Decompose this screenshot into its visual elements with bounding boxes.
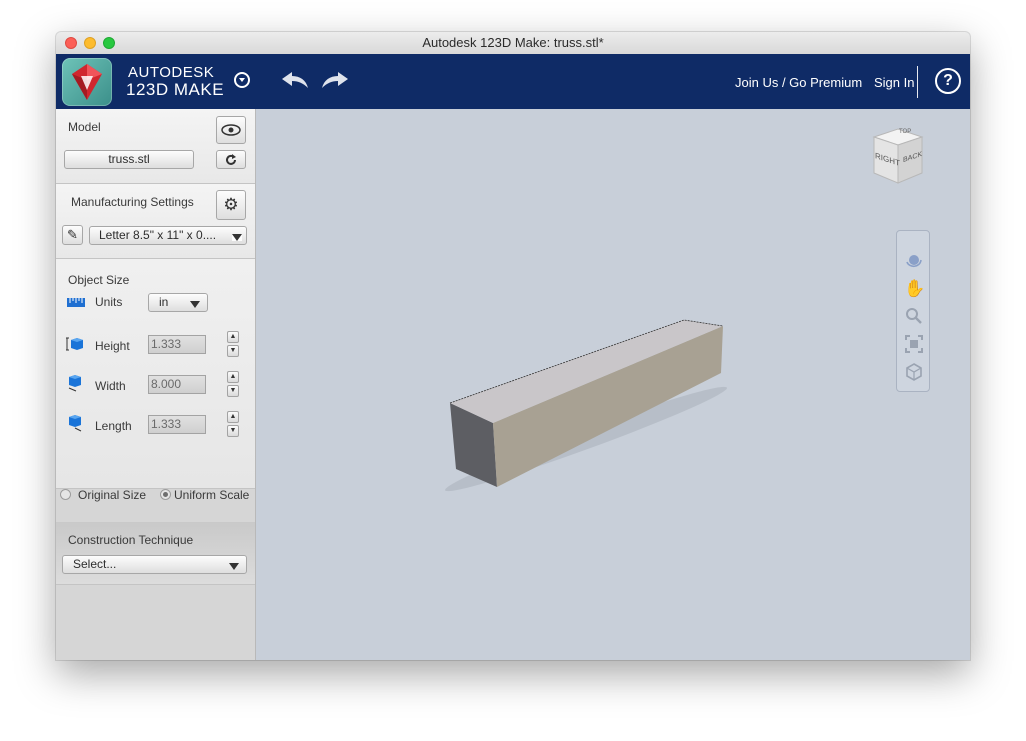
sign-in-link[interactable]: Sign In: [874, 75, 914, 90]
length-label: Length: [95, 419, 132, 433]
gear-icon: ⚙: [223, 195, 239, 214]
close-window-button[interactable]: [65, 37, 77, 49]
construction-dropdown[interactable]: Select...: [62, 555, 247, 574]
construction-label: Construction Technique: [68, 533, 194, 547]
ruler-icon: [67, 295, 85, 309]
construction-value: Select...: [73, 557, 117, 571]
width-decrement-button[interactable]: ▼: [227, 385, 239, 397]
sidebar-panel: Model truss.stl Manufacturing Settings ⚙…: [56, 109, 256, 660]
object-size-section: Object Size Units in Height 1.333 ▲ ▼ Wi…: [56, 259, 255, 502]
model-label: Model: [68, 120, 101, 134]
chevron-down-icon: [232, 234, 242, 241]
uniform-scale-radio[interactable]: [160, 489, 171, 500]
width-label: Width: [95, 379, 126, 393]
width-increment-button[interactable]: ▲: [227, 371, 239, 383]
uniform-scale-label[interactable]: Uniform Scale: [174, 488, 249, 502]
length-input[interactable]: 1.333: [148, 415, 206, 434]
model-section: Model truss.stl: [56, 109, 255, 184]
height-increment-button[interactable]: ▲: [227, 331, 239, 343]
reload-model-button[interactable]: [216, 150, 246, 169]
units-value: in: [159, 295, 169, 309]
sheet-size-dropdown[interactable]: Letter 8.5" x 11" x 0....: [89, 226, 247, 245]
visibility-button[interactable]: [216, 116, 246, 144]
orbit-icon[interactable]: [904, 251, 924, 271]
construction-section: Construction Technique Select...: [56, 522, 255, 585]
help-icon: ?: [943, 72, 953, 89]
viewport-canvas[interactable]: [256, 109, 970, 660]
chevron-down-icon: [229, 563, 239, 570]
height-stepper[interactable]: ▲ ▼: [227, 331, 239, 357]
height-label: Height: [95, 339, 130, 353]
logo-mark-icon: [72, 64, 102, 100]
width-stepper[interactable]: ▲ ▼: [227, 371, 239, 397]
refresh-icon: [226, 154, 236, 165]
help-button[interactable]: ?: [935, 68, 961, 94]
zoom-icon[interactable]: [904, 307, 924, 327]
brand-product: 123D MAKE: [126, 80, 225, 99]
manufacturing-settings-button[interactable]: ⚙: [216, 190, 246, 220]
chevron-down-icon: [190, 301, 200, 308]
eye-icon: [221, 124, 241, 136]
height-cube-icon: [66, 337, 83, 351]
brand-autodesk: AUTODESK: [128, 64, 215, 81]
original-size-radio[interactable]: [60, 489, 71, 500]
zoom-window-button[interactable]: [103, 37, 115, 49]
title-bar: Autodesk 123D Make: truss.stl*: [56, 32, 970, 55]
height-decrement-button[interactable]: ▼: [227, 345, 239, 357]
length-increment-button[interactable]: ▲: [227, 411, 239, 423]
app-logo[interactable]: [62, 58, 112, 106]
window-title: Autodesk 123D Make: truss.stl*: [422, 35, 604, 50]
model-file-button[interactable]: truss.stl: [64, 150, 194, 169]
app-window: Autodesk 123D Make: truss.stl* AUTODESK …: [56, 32, 970, 660]
height-input[interactable]: 1.333: [148, 335, 206, 354]
join-premium-link[interactable]: Join Us / Go Premium: [735, 75, 862, 90]
width-cube-icon: [68, 375, 82, 392]
width-input[interactable]: 8.000: [148, 375, 206, 394]
home-view-icon[interactable]: [904, 363, 924, 383]
original-size-label[interactable]: Original Size: [78, 488, 146, 502]
units-label: Units: [95, 295, 123, 309]
pencil-icon: ✎: [67, 227, 78, 242]
redo-icon[interactable]: [320, 67, 350, 95]
manufacturing-label: Manufacturing Settings: [71, 195, 194, 209]
manufacturing-section: Manufacturing Settings ⚙ ✎ Letter 8.5" x…: [56, 184, 255, 259]
navigation-toolbar: ✋: [896, 230, 930, 392]
length-stepper[interactable]: ▲ ▼: [227, 411, 239, 437]
length-decrement-button[interactable]: ▼: [227, 425, 239, 437]
object-size-label: Object Size: [68, 273, 130, 287]
length-cube-icon: [68, 415, 82, 432]
minimize-window-button[interactable]: [84, 37, 96, 49]
app-menu-dropdown-icon[interactable]: [234, 72, 250, 88]
edit-sheet-button[interactable]: ✎: [62, 225, 83, 245]
sheet-size-value: Letter 8.5" x 11" x 0....: [99, 228, 217, 242]
pan-icon[interactable]: ✋: [904, 279, 925, 299]
viewcube-top-label[interactable]: TOP: [899, 129, 911, 135]
header-divider: [917, 66, 918, 98]
fit-icon[interactable]: [904, 335, 924, 355]
app-header: AUTODESK 123D MAKE Join Us / Go Premium …: [56, 54, 970, 109]
viewcube[interactable]: TOP RIGHT BACK: [868, 127, 928, 187]
undo-icon[interactable]: [280, 67, 310, 95]
units-dropdown[interactable]: in: [148, 293, 208, 312]
3d-viewport[interactable]: TOP RIGHT BACK ✋: [256, 109, 970, 660]
